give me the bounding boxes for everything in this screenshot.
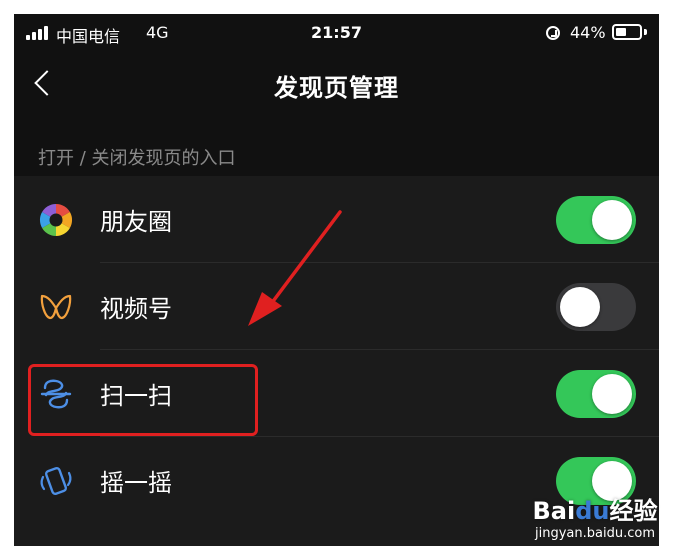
watermark-brand-c: 经验 xyxy=(609,497,658,525)
annotation-arrow xyxy=(248,210,342,326)
annotation-highlight-box xyxy=(28,364,258,436)
watermark-brand-b: du xyxy=(575,497,610,525)
watermark-url: jingyan.baidu.com xyxy=(535,526,655,541)
watermark-brand-a: Bai xyxy=(532,497,576,525)
watermark-logo: Baidu经验 xyxy=(520,496,670,526)
baidu-jingyan-watermark: Baidu经验 jingyan.baidu.com xyxy=(520,496,670,556)
